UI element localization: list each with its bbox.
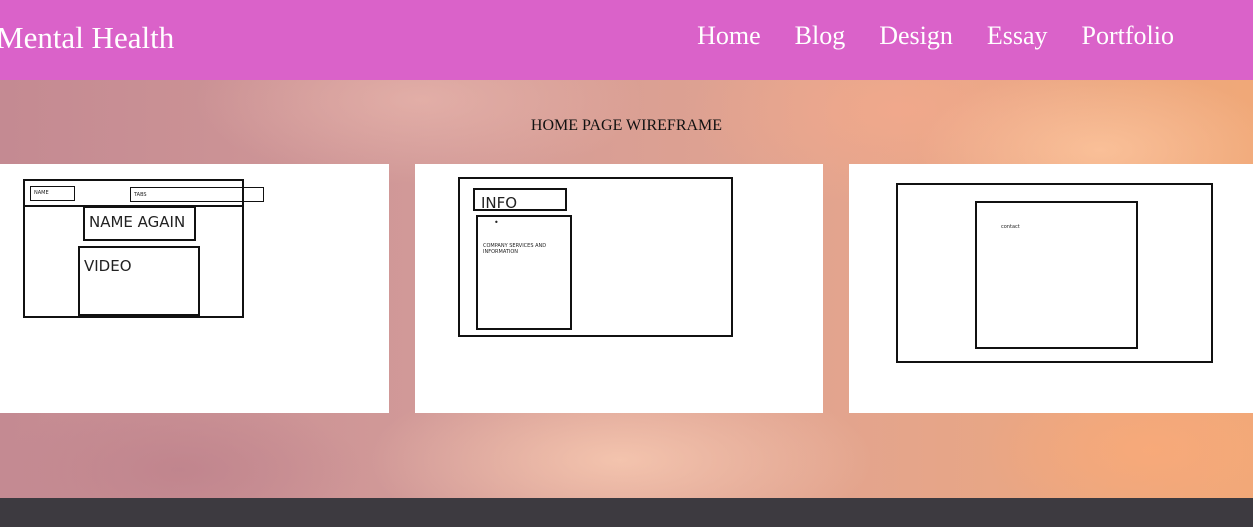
nav-home[interactable]: Home [697, 20, 761, 52]
site-brand[interactable]: Mental Health [0, 20, 174, 56]
page-title: HOME PAGE WIREFRAME [530, 117, 723, 134]
wireframe-card-home: NAME TABS NAME AGAIN VIDEO [0, 164, 389, 413]
wireframe-page-frame: NAME TABS NAME AGAIN VIDEO [23, 179, 264, 318]
wireframe-video-box: VIDEO [78, 246, 200, 316]
wireframe-info-frame: INFO • COMPANY SERVICES AND INFORMATION [458, 177, 733, 337]
main-nav: Home Blog Design Essay Portfolio [697, 20, 1174, 52]
nav-essay[interactable]: Essay [987, 20, 1048, 52]
wireframe-info-text: COMPANY SERVICES AND INFORMATION [483, 243, 547, 255]
wireframe-info-heading: INFO [481, 194, 518, 212]
site-header: Mental Health Home Blog Design Essay Por… [0, 0, 1253, 80]
wireframe-name-label: NAME [34, 190, 49, 196]
wireframe-name-again-box: NAME AGAIN [83, 206, 196, 241]
wireframe-name-again-label: NAME AGAIN [89, 213, 186, 231]
wireframe-bullet: • [494, 218, 499, 227]
wireframe-contact-box: contact [975, 201, 1138, 349]
wireframe-tabs-box: TABS [130, 187, 264, 202]
wireframe-info-heading-box: INFO [473, 188, 567, 212]
wireframe-card-contact: contact [849, 164, 1253, 413]
wireframe-card-info: INFO • COMPANY SERVICES AND INFORMATION [415, 164, 823, 413]
wireframe-info-content-box: • COMPANY SERVICES AND INFORMATION [476, 215, 572, 330]
nav-portfolio[interactable]: Portfolio [1082, 20, 1174, 52]
site-footer [0, 498, 1253, 527]
wireframe-video-label: VIDEO [84, 257, 132, 275]
wireframe-name-box: NAME [30, 186, 75, 201]
wireframe-tabs-label: TABS [134, 192, 147, 198]
wireframe-contact-label: contact [1001, 224, 1020, 230]
wireframe-contact-frame: contact [896, 183, 1213, 363]
nav-design[interactable]: Design [879, 20, 953, 52]
nav-blog[interactable]: Blog [795, 20, 846, 52]
